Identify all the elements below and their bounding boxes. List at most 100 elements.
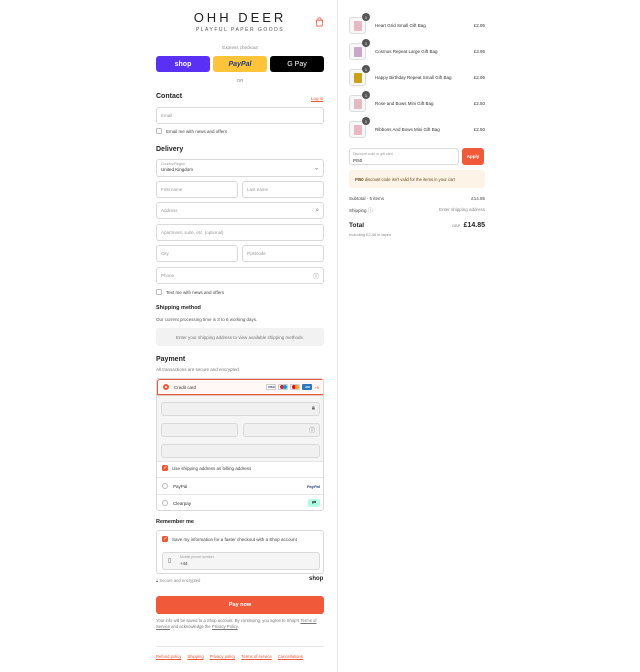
footer-link-shipping[interactable]: Shipping	[187, 654, 203, 659]
discount-code-label: Discount code or gift card	[353, 152, 393, 156]
clearpay-option[interactable]: Clearpay ⇄	[157, 494, 323, 510]
phone-field[interactable]: Phone ⓘ	[156, 267, 324, 284]
shopping-bag-icon[interactable]	[315, 17, 324, 27]
item-price: £3.95	[473, 49, 485, 54]
billing-address-label: Use shipping address as billing address	[172, 466, 252, 471]
subtotal-value: £14.85	[471, 196, 485, 201]
pay-now-button[interactable]: Pay now	[156, 596, 324, 614]
secure-label: Secure and encrypted	[159, 578, 201, 583]
discount-warning: PI50 discount code isn't valid for the i…	[349, 170, 485, 188]
email-field[interactable]: Email	[156, 107, 324, 124]
first-name-field[interactable]: First name	[156, 181, 238, 198]
shop-pay-button[interactable]: shop	[156, 56, 210, 72]
text-news-checkbox[interactable]	[156, 289, 162, 295]
cart-item: 1 Rose and Bows Mini Gift Bag £2.50	[349, 91, 485, 113]
credit-card-label: Credit card	[174, 384, 197, 390]
total-label: Total	[349, 222, 365, 229]
item-name: Happy Birthday Repeat Small Gift Bag	[375, 75, 452, 80]
brand-name: OHH DEER	[193, 10, 287, 25]
contact-heading: Contact	[156, 93, 183, 100]
text-news-label: Text me with news and offers	[166, 290, 224, 295]
search-icon: ⌕	[315, 207, 319, 213]
credit-card-option[interactable]: Credit card VISA AM +5	[157, 379, 323, 395]
cart-item: 1 Heart Grid Small Gift Bag £2.95	[349, 13, 485, 35]
card-brands: VISA AM +5	[266, 384, 319, 390]
maestro-icon	[278, 384, 289, 390]
paypal-radio[interactable]	[162, 483, 168, 489]
subtotal-row: Subtotal · 5 items £14.85	[349, 196, 485, 201]
or-divider: OR	[236, 78, 244, 83]
login-link[interactable]: Log in	[311, 96, 323, 101]
brand-tagline: PLAYFUL PAPER GOODS	[195, 27, 285, 33]
shop-logo: shop	[309, 576, 324, 582]
footer-link-privacy[interactable]: Privacy policy	[210, 654, 236, 659]
mobile-phone-field[interactable]: ▯ Mobile phone number +44	[162, 552, 320, 570]
item-name: Ribbons And Bows Mini Gift Bag	[375, 127, 440, 132]
discount-warning-code: PI50	[355, 176, 364, 182]
apartment-field[interactable]: Apartment, suite, etc. (optional)	[156, 224, 324, 241]
email-news-label: Email me with news and offers	[166, 129, 227, 134]
paypal-logo: PayPal	[306, 483, 320, 489]
last-name-placeholder: Last name	[247, 187, 269, 192]
apartment-placeholder: Apartment, suite, etc. (optional)	[161, 230, 224, 235]
mobile-phone-label: Mobile phone number	[180, 555, 214, 559]
paypal-option[interactable]: PayPal PayPal	[157, 477, 323, 494]
shipping-label: Shipping	[349, 208, 367, 213]
lock-icon: 🔒︎	[311, 405, 315, 412]
gift-bag-image	[354, 125, 362, 135]
chevron-down-icon: ⌄	[313, 165, 319, 172]
store-logo[interactable]: OHH DEER PLAYFUL PAPER GOODS	[156, 10, 324, 33]
country-select[interactable]: Country/Region United Kingdom ⌄	[156, 159, 324, 177]
secure-note: 🔒︎ Secure and encrypted	[156, 578, 200, 583]
payment-options: Credit card VISA AM +5 🔒︎ ⓘ Use shipping…	[156, 378, 324, 511]
legal-text-end: .	[237, 624, 239, 629]
clearpay-label: Clearpay	[173, 500, 192, 506]
help-circle-icon[interactable]: ⓘ	[309, 426, 315, 435]
postcode-field[interactable]: Postcode	[242, 245, 324, 262]
gift-bag-image	[354, 47, 362, 57]
help-circle-icon[interactable]: ⓘ	[313, 271, 319, 280]
gift-bag-image	[354, 99, 362, 109]
name-on-card-field[interactable]	[161, 444, 320, 458]
cart-item: 1 Cosmos Repeat Large Gift Bag £3.95	[349, 39, 485, 61]
mastercard-icon	[290, 384, 301, 390]
city-field[interactable]: City	[156, 245, 238, 262]
expiry-field[interactable]	[161, 423, 238, 437]
city-placeholder: City	[161, 251, 169, 256]
apply-discount-button[interactable]: Apply	[462, 148, 484, 165]
subtotal-label: Subtotal · 5 items	[349, 196, 385, 201]
cart-item: 1 Happy Birthday Repeat Small Gift Bag £…	[349, 65, 485, 87]
item-price: £2.50	[473, 127, 485, 132]
item-name: Cosmos Repeat Large Gift Bag	[375, 49, 438, 54]
paypal-label: PayPal	[173, 483, 188, 489]
credit-card-radio[interactable]	[163, 384, 169, 390]
quantity-badge: 1	[362, 39, 370, 47]
security-code-field[interactable]: ⓘ	[243, 423, 320, 437]
discount-code-field[interactable]: Discount code or gift card PI50	[349, 148, 459, 165]
address-field[interactable]: Address ⌕	[156, 202, 324, 219]
card-number-field[interactable]: 🔒︎	[161, 402, 320, 416]
footer-links: Refund policy Shipping Privacy policy Te…	[156, 646, 324, 659]
clearpay-radio[interactable]	[162, 500, 168, 506]
shipping-method-heading: Shipping method	[156, 305, 201, 311]
email-news-checkbox[interactable]	[156, 128, 162, 134]
privacy-policy-link[interactable]: Privacy Policy	[212, 624, 238, 629]
email-placeholder: Email	[161, 113, 173, 118]
billing-address-checkbox[interactable]	[162, 465, 168, 471]
last-name-field[interactable]: Last name	[242, 181, 324, 198]
save-info-checkbox[interactable]	[162, 536, 168, 542]
processing-note: Our current processing time is 3 to 6 wo…	[156, 317, 258, 322]
discount-warning-text: discount code isn't valid for the items …	[363, 176, 455, 182]
help-circle-icon[interactable]: ⓘ	[368, 208, 373, 214]
country-label: Country/Region	[161, 162, 186, 166]
item-price: £2.95	[473, 75, 485, 80]
footer-link-cancellations[interactable]: Cancellations	[278, 654, 303, 659]
express-checkout-buttons: shop PayPal G Pay	[156, 56, 324, 72]
google-pay-button[interactable]: G Pay	[270, 56, 324, 72]
footer-link-refund[interactable]: Refund policy	[156, 654, 181, 659]
paypal-button[interactable]: PayPal	[213, 56, 267, 72]
quantity-badge: 1	[362, 65, 370, 73]
credit-card-form: 🔒︎ ⓘ	[157, 395, 323, 462]
mobile-phone-value: +44	[180, 561, 188, 566]
footer-link-terms[interactable]: Terms of service	[241, 654, 271, 659]
